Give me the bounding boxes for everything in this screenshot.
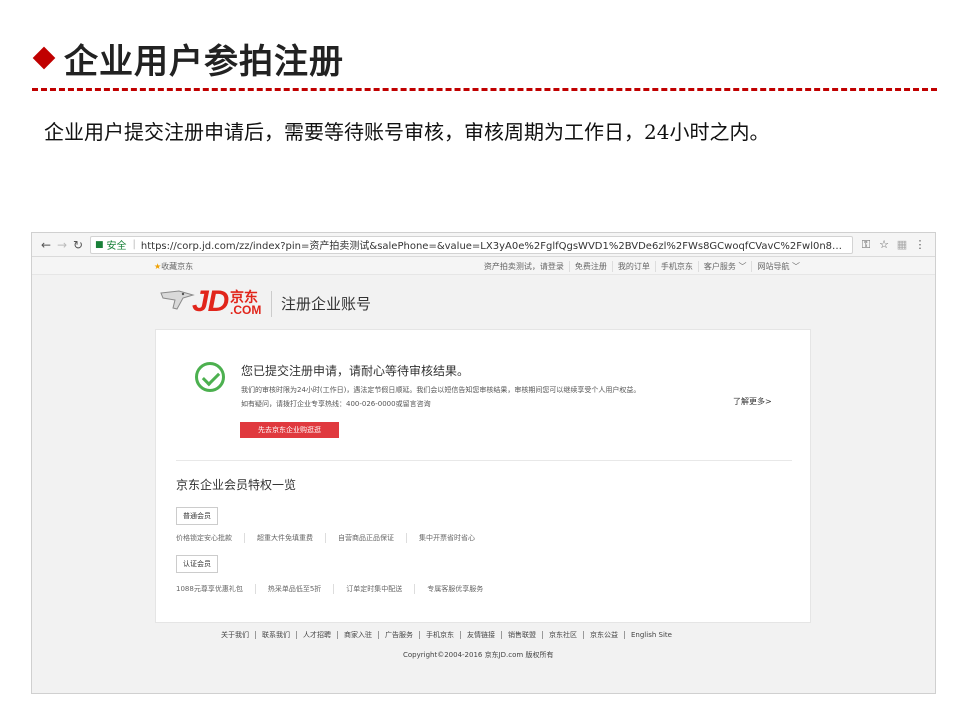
menu-icon[interactable]: ⋮ [911, 238, 929, 251]
jd-logo-text[interactable]: JD [192, 285, 229, 319]
benefit-item: 自营商品正品保证 [338, 533, 407, 543]
result-hotline: 如有疑问，请拨打企业专享热线：400-026-0000或留言咨询 [241, 400, 431, 408]
learn-more-link[interactable]: 了解更多> [733, 396, 772, 407]
jd-dog-logo-icon [160, 290, 195, 310]
url-separator: | [132, 239, 136, 250]
benefit-item: 价格锁定安心批款 [176, 533, 245, 543]
site-topbar: ★收藏京东 资产拍卖测试，请登录 免费注册 我的订单 手机京东 客户服务 ﹀ 网… [32, 257, 935, 275]
site-header: JD 京东 .COM 注册企业账号 [32, 275, 935, 327]
footer-link-ads[interactable]: 广告服务 [379, 631, 420, 639]
footer-link-english[interactable]: English Site [625, 631, 678, 639]
top-link-mobile[interactable]: 手机京东 [656, 261, 699, 272]
address-bar: ← → ↻ ■ 安全 | https://corp.jd.com/zz/inde… [32, 233, 935, 257]
logo-divider [271, 291, 272, 317]
star-icon[interactable]: ☆ [875, 238, 893, 251]
extension-icon[interactable]: ▦ [893, 238, 911, 251]
slide-title-text: 企业用户参拍注册 [64, 41, 344, 82]
success-check-icon [195, 362, 225, 392]
benefit-item: 订单定时集中配送 [346, 584, 416, 594]
url-field[interactable]: ■ 安全 | https://corp.jd.com/zz/index?pin=… [90, 235, 853, 254]
favorite-link[interactable]: ★收藏京东 [154, 261, 193, 272]
slide-title: 企业用户参拍注册 [32, 36, 344, 82]
footer-link-community[interactable]: 京东社区 [543, 631, 584, 639]
secure-label: 安全 [106, 241, 127, 252]
benefit-item: 集中开票省时省心 [419, 534, 475, 542]
benefit-item: 1088元尊享优惠礼包 [176, 584, 256, 594]
visit-enterprise-button[interactable]: 先去京东企业购逛逛 [240, 422, 339, 438]
result-title: 您已提交注册申请，请耐心等待审核结果。 [241, 364, 470, 378]
footer-link-merchants[interactable]: 商家入驻 [338, 631, 379, 639]
card-divider [176, 460, 792, 461]
footer-link-mobile[interactable]: 手机京东 [420, 631, 461, 639]
footer-link-jobs[interactable]: 人才招聘 [297, 631, 338, 639]
top-link-login[interactable]: 资产拍卖测试，请登录 [479, 261, 570, 272]
url-text: https://corp.jd.com/zz/index?pin=资产拍卖测试&… [140, 241, 848, 252]
top-link-service[interactable]: 客户服务 ﹀ [699, 261, 753, 272]
slide-description: 企业用户提交注册申请后，需要等待账号审核，审核周期为工作日，24小时之内。 [44, 120, 770, 144]
copyright-text: Copyright©2004-2016 京东JD.com 版权所有 [403, 651, 554, 659]
key-icon[interactable]: ⚿ [857, 238, 875, 252]
footer-links: 关于我们 联系我们 人才招聘 商家入驻 广告服务 手机京东 友情链接 销售联盟 … [215, 631, 678, 639]
browser-window: ← → ↻ ■ 安全 | https://corp.jd.com/zz/inde… [31, 232, 936, 694]
benefit-item: 热采单品低至5折 [268, 584, 335, 594]
regular-benefits: 价格锁定安心批款 超重大件免填重费 自营商品正品保证 集中开票省时省心 [176, 533, 499, 543]
footer-link-contact[interactable]: 联系我们 [256, 631, 297, 639]
footer-link-about[interactable]: 关于我们 [215, 631, 256, 639]
benefit-item: 专属客服优享服务 [427, 585, 484, 593]
footer-link-charity[interactable]: 京东公益 [584, 631, 625, 639]
back-icon[interactable]: ← [38, 238, 54, 252]
result-detail: 我们的审核时限为24小时(工作日)，遇法定节假日顺延。我们会以短信告知您审核结果… [241, 386, 641, 394]
tag-certified-member: 认证会员 [176, 555, 218, 573]
top-link-register[interactable]: 免费注册 [570, 261, 613, 272]
footer-link-alliance[interactable]: 销售联盟 [502, 631, 543, 639]
page-title: 注册企业账号 [281, 295, 372, 313]
top-link-nav[interactable]: 网站导航 ﹀ [752, 261, 805, 272]
certified-benefits: 1088元尊享优惠礼包 热采单品低至5折 订单定时集中配送 专属客服优享服务 [176, 584, 507, 594]
top-links: 资产拍卖测试，请登录 免费注册 我的订单 手机京东 客户服务 ﹀ 网站导航 ﹀ [479, 261, 805, 272]
benefit-item: 超重大件免填重费 [257, 533, 326, 543]
reload-icon[interactable]: ↻ [70, 238, 86, 252]
lock-icon: ■ [95, 239, 104, 250]
top-link-orders[interactable]: 我的订单 [613, 261, 656, 272]
footer-link-friends[interactable]: 友情链接 [461, 631, 502, 639]
title-divider [32, 88, 937, 91]
diamond-bullet-icon [32, 46, 56, 70]
benefits-title: 京东企业会员特权一览 [176, 478, 297, 492]
jd-logo-com: .COM [230, 303, 262, 317]
forward-icon[interactable]: → [54, 238, 70, 252]
result-card: 您已提交注册申请，请耐心等待审核结果。 我们的审核时限为24小时(工作日)，遇法… [155, 329, 811, 623]
tag-regular-member: 普通会员 [176, 507, 218, 525]
